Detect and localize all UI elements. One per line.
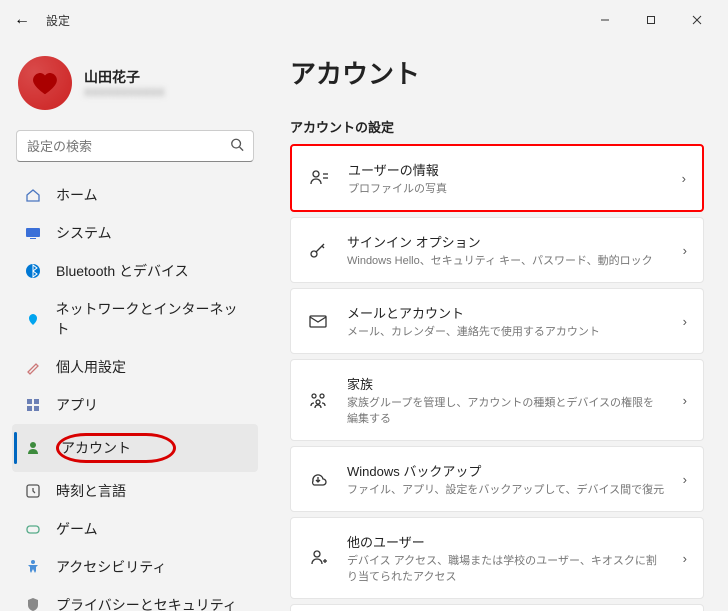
apps-icon bbox=[24, 396, 42, 414]
highlight-annotation: アカウント bbox=[56, 433, 176, 463]
setting-signin[interactable]: サインイン オプションWindows Hello、セキュリティ キー、パスワード… bbox=[290, 217, 704, 283]
maximize-button[interactable] bbox=[628, 4, 674, 36]
sidebar-item-label: ネットワークとインターネット bbox=[56, 299, 247, 339]
setting-email[interactable]: メールとアカウントメール、カレンダー、連絡先で使用するアカウント › bbox=[290, 288, 704, 354]
sidebar-item-label: 個人用設定 bbox=[56, 357, 126, 377]
sidebar-item-personalize[interactable]: 個人用設定 bbox=[12, 348, 258, 386]
app-title: 設定 bbox=[46, 12, 70, 29]
user-email: XXXXXXXXXXX bbox=[84, 87, 165, 99]
main-panel: アカウント アカウントの設定 ユーザーの情報プロファイルの写真 › サインイン … bbox=[270, 40, 728, 611]
search bbox=[16, 130, 254, 162]
sidebar-item-label: アクセシビリティ bbox=[56, 557, 166, 577]
search-input[interactable] bbox=[16, 130, 254, 162]
sidebar-item-apps[interactable]: アプリ bbox=[12, 386, 258, 424]
sidebar-item-accounts[interactable]: アカウント bbox=[12, 424, 258, 472]
sidebar-item-time[interactable]: 時刻と言語 bbox=[12, 472, 258, 510]
setting-title: 他のユーザー bbox=[347, 532, 665, 551]
setting-desc: デバイス アクセス、職場または学校のユーザー、キオスクに割り当てられたアクセス bbox=[347, 552, 665, 584]
sidebar-item-label: Bluetooth とデバイス bbox=[56, 261, 189, 281]
close-button[interactable] bbox=[674, 4, 720, 36]
chevron-right-icon: › bbox=[683, 314, 687, 329]
family-icon bbox=[307, 390, 329, 410]
other-users-icon bbox=[307, 548, 329, 568]
sidebar-item-label: プライバシーとセキュリティ bbox=[56, 595, 237, 611]
sidebar-item-bluetooth[interactable]: Bluetooth とデバイス bbox=[12, 252, 258, 290]
sidebar: 山田花子 XXXXXXXXXXX ホーム システム Bluetooth とデバイ… bbox=[0, 40, 270, 611]
setting-title: サインイン オプション bbox=[347, 232, 665, 251]
page-title: アカウント bbox=[290, 54, 704, 91]
user-name: 山田花子 bbox=[84, 67, 165, 87]
user-info-icon bbox=[308, 168, 330, 188]
accounts-icon bbox=[24, 439, 42, 457]
minimize-button[interactable] bbox=[582, 4, 628, 36]
sidebar-item-label: 時刻と言語 bbox=[56, 481, 126, 501]
setting-title: Windows バックアップ bbox=[347, 461, 665, 480]
sidebar-item-label: アカウント bbox=[61, 438, 131, 458]
key-icon bbox=[307, 240, 329, 260]
sidebar-item-label: ホーム bbox=[56, 185, 98, 205]
settings-window: ← 設定 山田花子 XXXXXXXXXXX bbox=[0, 0, 728, 611]
system-icon bbox=[24, 224, 42, 242]
setting-title: 家族 bbox=[347, 374, 665, 393]
home-icon bbox=[24, 186, 42, 204]
setting-other-users[interactable]: 他のユーザーデバイス アクセス、職場または学校のユーザー、キオスクに割り当てられ… bbox=[290, 517, 704, 599]
setting-family[interactable]: 家族家族グループを管理し、アカウントの種類とデバイスの権限を編集する › bbox=[290, 359, 704, 441]
setting-desc: 家族グループを管理し、アカウントの種類とデバイスの権限を編集する bbox=[347, 394, 665, 426]
section-title: アカウントの設定 bbox=[290, 117, 704, 136]
gaming-icon bbox=[24, 520, 42, 538]
sidebar-item-network[interactable]: ネットワークとインターネット bbox=[12, 290, 258, 348]
titlebar: ← 設定 bbox=[0, 0, 728, 40]
user-block[interactable]: 山田花子 XXXXXXXXXXX bbox=[12, 48, 258, 126]
setting-desc: Windows Hello、セキュリティ キー、パスワード、動的ロック bbox=[347, 252, 665, 268]
sidebar-item-home[interactable]: ホーム bbox=[12, 176, 258, 214]
shield-icon bbox=[24, 596, 42, 611]
chevron-right-icon: › bbox=[682, 171, 686, 186]
accessibility-icon bbox=[24, 558, 42, 576]
sidebar-item-label: アプリ bbox=[56, 395, 98, 415]
sidebar-item-label: システム bbox=[56, 223, 112, 243]
chevron-right-icon: › bbox=[683, 393, 687, 408]
personalize-icon bbox=[24, 358, 42, 376]
clock-icon bbox=[24, 482, 42, 500]
search-icon bbox=[230, 138, 244, 155]
chevron-right-icon: › bbox=[683, 472, 687, 487]
back-button[interactable]: ← bbox=[14, 11, 30, 29]
backup-icon bbox=[307, 469, 329, 489]
setting-title: ユーザーの情報 bbox=[348, 160, 664, 179]
sidebar-item-privacy[interactable]: プライバシーとセキュリティ bbox=[12, 586, 258, 611]
sidebar-item-system[interactable]: システム bbox=[12, 214, 258, 252]
setting-desc: プロファイルの写真 bbox=[348, 180, 664, 196]
avatar bbox=[18, 56, 72, 110]
sidebar-item-accessibility[interactable]: アクセシビリティ bbox=[12, 548, 258, 586]
sidebar-item-label: ゲーム bbox=[56, 519, 98, 539]
sidebar-item-gaming[interactable]: ゲーム bbox=[12, 510, 258, 548]
chevron-right-icon: › bbox=[683, 243, 687, 258]
mail-icon bbox=[307, 311, 329, 331]
network-icon bbox=[24, 310, 42, 328]
setting-user-info[interactable]: ユーザーの情報プロファイルの写真 › bbox=[290, 144, 704, 212]
setting-title: メールとアカウント bbox=[347, 303, 665, 322]
setting-work-school[interactable]: 職場または学校へのアクセスメール、アプリ、ネットワークなどの組織リソース › bbox=[290, 604, 704, 611]
chevron-right-icon: › bbox=[683, 551, 687, 566]
setting-desc: ファイル、アプリ、設定をバックアップして、デバイス間で復元 bbox=[347, 481, 665, 497]
setting-backup[interactable]: Windows バックアップファイル、アプリ、設定をバックアップして、デバイス間… bbox=[290, 446, 704, 512]
bluetooth-icon bbox=[24, 262, 42, 280]
setting-desc: メール、カレンダー、連絡先で使用するアカウント bbox=[347, 323, 665, 339]
